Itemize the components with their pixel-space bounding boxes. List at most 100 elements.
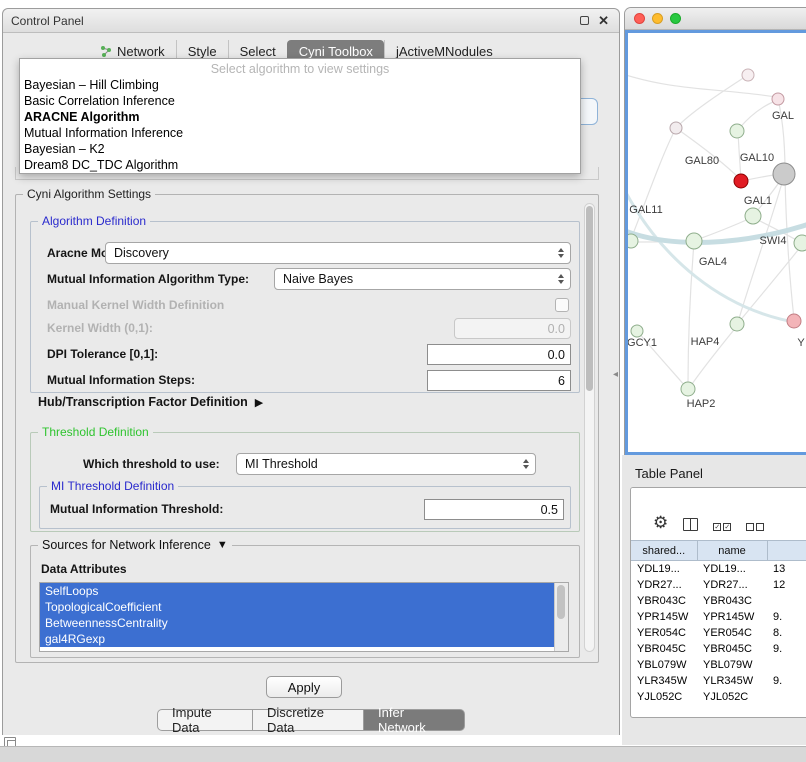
algorithm-definition-group: Algorithm Definition Aracne Mode: Discov…: [30, 221, 580, 393]
aracne-mode-select[interactable]: Discovery: [105, 242, 571, 264]
table-row[interactable]: YPR145WYPR145W9.: [631, 609, 806, 625]
deselect-all-icon[interactable]: [746, 523, 764, 531]
float-window-icon[interactable]: [580, 16, 589, 25]
network-window-titlebar: [625, 8, 806, 30]
table-row[interactable]: YBR045CYBR045C9.: [631, 641, 806, 657]
network-node[interactable]: [730, 124, 744, 138]
kernel-width-label: Kernel Width (0,1):: [47, 321, 153, 335]
bottom-tabbar: Impute Data Discretize Data Infer Networ…: [157, 709, 465, 731]
tab-impute-data[interactable]: Impute Data: [157, 709, 253, 731]
apply-button[interactable]: Apply: [266, 676, 342, 698]
table-row[interactable]: YDR27...YDR27...12: [631, 577, 806, 593]
tab-infer-network[interactable]: Infer Network: [364, 709, 465, 731]
manual-kernel-checkbox[interactable]: [555, 298, 569, 312]
network-graph: GAL GAL80 GAL10 GAL11 GAL1 SWI4 GAL4 GCY…: [628, 33, 806, 455]
network-node[interactable]: [772, 93, 784, 105]
table-cell: YLR345W: [631, 673, 697, 689]
column-header[interactable]: [767, 541, 806, 561]
hub-definition-expander[interactable]: Hub/Transcription Factor Definition ▶: [38, 395, 263, 409]
select-all-icon[interactable]: ✓✓: [713, 523, 731, 531]
aracne-mode-value: Discovery: [114, 246, 169, 260]
network-node[interactable]: [628, 234, 638, 248]
dpi-tolerance-field[interactable]: [427, 344, 571, 365]
table-row[interactable]: YBL079WYBL079W: [631, 657, 806, 673]
combo-arrows-icon: [558, 274, 564, 284]
table-row[interactable]: YDL19...YDL19...13: [631, 561, 806, 577]
network-node[interactable]: [686, 233, 702, 249]
table-row[interactable]: YBR043CYBR043C: [631, 593, 806, 609]
network-node[interactable]: [631, 325, 643, 337]
table-row[interactable]: YER054CYER054C8.: [631, 625, 806, 641]
algorithm-option[interactable]: Basic Correlation Inference: [20, 93, 580, 109]
attribute-item-selected[interactable]: gal4RGexp: [40, 631, 554, 647]
settings-scrollbar-thumb[interactable]: [586, 206, 593, 391]
table-cell: YPR145W: [697, 609, 767, 625]
table-header-row: shared...name: [631, 541, 806, 561]
node-label: HAP4: [691, 336, 720, 348]
panel-collapse-handle[interactable]: ◂: [613, 369, 618, 380]
column-header[interactable]: name: [697, 541, 767, 561]
column-header[interactable]: shared...: [631, 541, 697, 561]
mac-close-button[interactable]: [634, 13, 645, 24]
collapse-down-icon: ▼: [217, 539, 228, 551]
tab-label: Style: [188, 44, 217, 59]
algorithm-option[interactable]: ARACNE Algorithm: [20, 109, 580, 125]
table-cell: YPR145W: [631, 609, 697, 625]
algorithm-option[interactable]: Mutual Information Inference: [20, 125, 580, 141]
kernel-width-field[interactable]: [454, 318, 571, 339]
attribute-item-selected[interactable]: TopologicalCoefficient: [40, 599, 554, 615]
sources-expander[interactable]: Sources for Network Inference ▼: [38, 538, 232, 552]
algorithm-popup-placeholder: Select algorithm to view settings: [20, 61, 580, 77]
columns-icon[interactable]: [683, 518, 698, 531]
network-node[interactable]: [787, 314, 801, 328]
control-panel-window: Control Panel ✕ Network Style: [2, 8, 620, 735]
attributes-scrollbar[interactable]: [554, 583, 568, 651]
which-threshold-select[interactable]: MI Threshold: [236, 453, 536, 475]
mac-minimize-button[interactable]: [652, 13, 663, 24]
table-cell: YER054C: [631, 625, 697, 641]
table-cell: [767, 593, 806, 609]
algorithm-option[interactable]: Bayesian – K2: [20, 141, 580, 157]
node-label: GAL10: [740, 152, 774, 164]
network-node-red[interactable]: [734, 174, 748, 188]
network-node[interactable]: [794, 235, 806, 251]
node-label: GAL: [772, 110, 794, 122]
tab-label: jActiveMNodules: [396, 44, 493, 59]
tab-label: Cyni Toolbox: [299, 44, 373, 59]
settings-scrollbar[interactable]: [584, 203, 595, 652]
bottom-status-strip: [0, 746, 806, 762]
table-toolbar: ⚙ ✓✓: [631, 488, 806, 540]
table-cell: YER054C: [697, 625, 767, 641]
mac-zoom-button[interactable]: [670, 13, 681, 24]
mi-type-select[interactable]: Naive Bayes: [274, 268, 571, 290]
node-label: GAL80: [685, 155, 719, 167]
network-node[interactable]: [745, 208, 761, 224]
attribute-item-selected[interactable]: SelfLoops: [40, 583, 554, 599]
table-cell: YJL052C: [697, 689, 767, 705]
mi-steps-field[interactable]: [427, 370, 571, 391]
network-node[interactable]: [742, 69, 754, 81]
table-cell: 13: [767, 561, 806, 577]
network-canvas[interactable]: GAL GAL80 GAL10 GAL11 GAL1 SWI4 GAL4 GCY…: [625, 30, 806, 455]
table-panel-title: Table Panel: [635, 466, 703, 481]
table-cell: [767, 689, 806, 705]
expand-right-icon: ▶: [255, 396, 263, 409]
algorithm-option[interactable]: Bayesian – Hill Climbing: [20, 77, 580, 93]
network-node-gray[interactable]: [773, 163, 795, 185]
mi-threshold-field[interactable]: [424, 499, 564, 520]
attribute-item-selected[interactable]: BetweennessCentrality: [40, 615, 554, 631]
close-icon[interactable]: ✕: [598, 14, 609, 27]
table-row[interactable]: YLR345WYLR345W9.: [631, 673, 806, 689]
algorithm-option[interactable]: Dream8 DC_TDC Algorithm: [20, 157, 580, 173]
network-node[interactable]: [681, 382, 695, 396]
attributes-scrollbar-thumb[interactable]: [557, 585, 565, 619]
tab-discretize-data[interactable]: Discretize Data: [253, 709, 364, 731]
data-attributes-list[interactable]: SelfLoopsTopologicalCoefficientBetweenne…: [39, 582, 569, 652]
node-label: GAL4: [699, 256, 727, 268]
table-cell: YBL079W: [697, 657, 767, 673]
network-node[interactable]: [670, 122, 682, 134]
network-node[interactable]: [730, 317, 744, 331]
window-title: Control Panel: [3, 14, 84, 28]
table-row[interactable]: YJL052CYJL052C: [631, 689, 806, 705]
gear-icon[interactable]: ⚙: [653, 514, 668, 531]
